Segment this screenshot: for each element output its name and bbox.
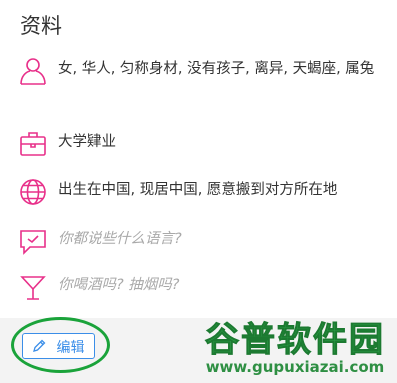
education-text: 大学肄业 <box>58 134 116 150</box>
edit-button-label: 编辑 <box>56 339 85 355</box>
watermark-url: www.gupuxiazai.com <box>205 358 385 376</box>
chat-icon <box>20 230 46 255</box>
basic-info-text: 女, 华人, 匀称身材, 没有孩子, 离异, 天蝎座, 属兔 <box>58 61 375 77</box>
edit-button[interactable]: 编辑 <box>22 333 95 359</box>
person-icon <box>20 58 46 85</box>
section-title: 资料 <box>20 14 62 38</box>
watermark-main: 谷普软件园 <box>205 320 385 361</box>
pencil-icon <box>33 339 46 352</box>
cocktail-icon <box>20 276 46 300</box>
habits-placeholder[interactable]: 你喝酒吗? 抽烟吗? <box>58 272 387 299</box>
globe-icon <box>20 179 46 205</box>
location-text: 出生在中国, 现居中国, 愿意搬到对方所在地 <box>58 182 338 198</box>
watermark-logo: 谷普软件园 www.gupuxiazai.com <box>196 320 394 380</box>
languages-placeholder[interactable]: 你都说些什么语言? <box>58 226 387 253</box>
briefcase-icon <box>20 132 46 156</box>
profile-card: 资料 女, 华人, 匀称身材, 没有孩子, 离异, 天蝎座, 属兔 大学肄业 出… <box>0 0 397 318</box>
